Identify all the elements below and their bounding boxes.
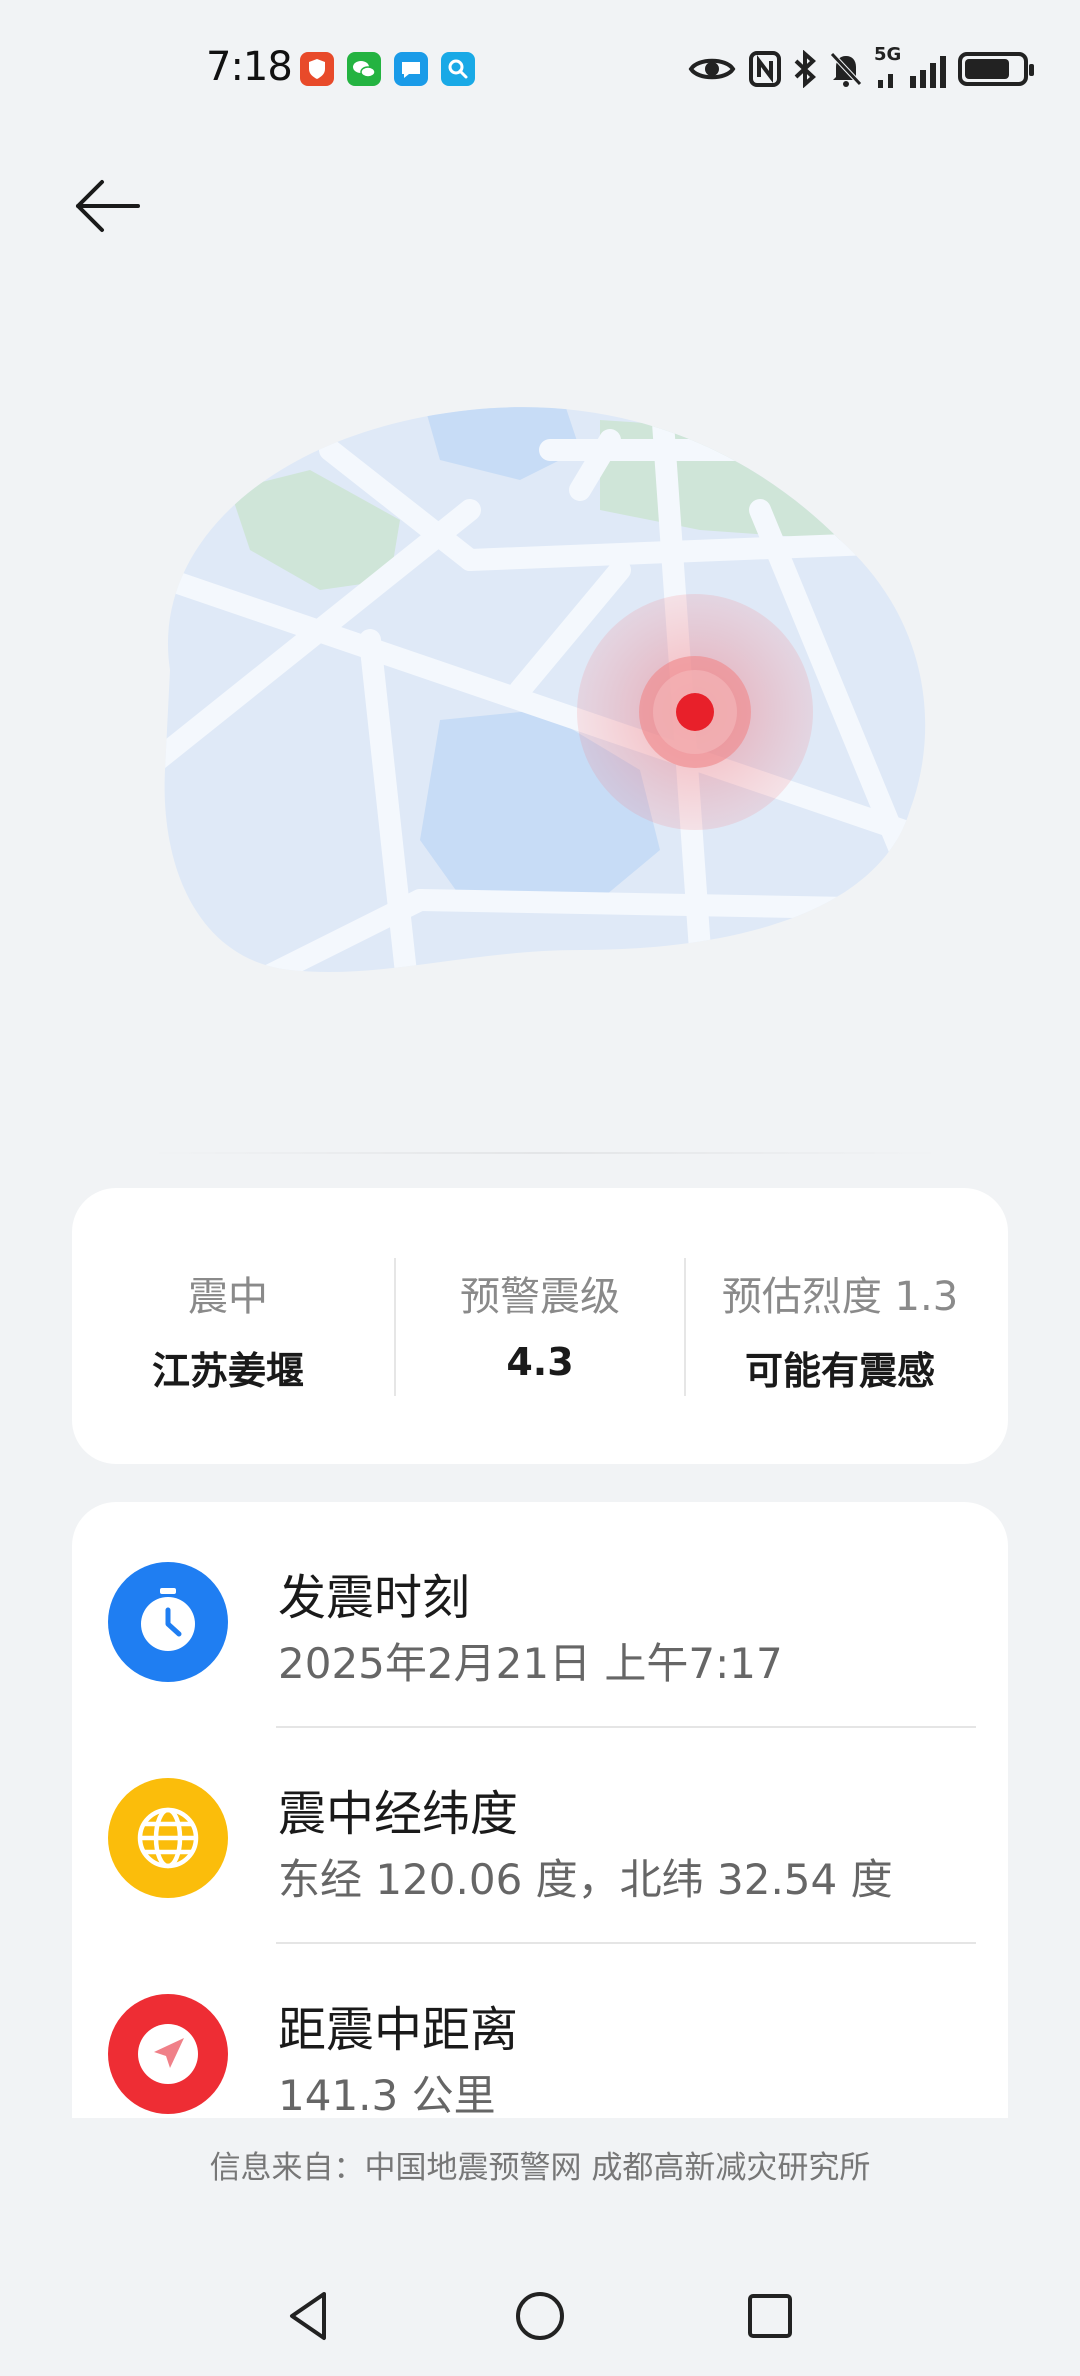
search-app-icon	[441, 52, 475, 86]
list-item: 震中经纬度 东经 120.06 度，北纬 32.54 度	[72, 1718, 1008, 1934]
summary-card: 震中 江苏姜堰 预警震级 4.3 预估烈度 1.3 可能有震感	[72, 1188, 1008, 1464]
intensity-summary: 预估烈度 1.3 可能有震感	[672, 1188, 1008, 1464]
clock-icon	[108, 1562, 228, 1682]
distance-value: 141.3 公里	[278, 2071, 496, 2118]
detail-card: 发震时刻 2025年2月21日 上午7:17 震中经纬度 东经 120.06 度…	[72, 1502, 1008, 2118]
status-bar: 7:18 5G	[0, 0, 1080, 140]
distance-title: 距震中距离	[278, 2002, 519, 2058]
system-status-icons: 5G	[688, 46, 1034, 92]
list-item: 发震时刻 2025年2月21日 上午7:17	[72, 1502, 1008, 1718]
magnitude-summary: 预警震级 4.3	[384, 1188, 696, 1464]
back-arrow-icon	[76, 180, 140, 232]
nav-recents-icon	[748, 2294, 792, 2338]
source-credit: 信息来自：中国地震预警网 成都高新减灾研究所	[209, 2150, 871, 2186]
bluetooth-icon	[794, 50, 816, 88]
list-item: 距震中距离 141.3 公里	[72, 1934, 1008, 2118]
mute-bell-icon	[830, 52, 862, 87]
shield-app-icon	[300, 52, 334, 86]
magnitude-label: 预警震级	[460, 1274, 620, 1320]
nav-home-icon	[516, 2292, 564, 2340]
nav-home-button[interactable]	[508, 2284, 572, 2348]
epicenter-summary: 震中 江苏姜堰	[72, 1188, 384, 1464]
back-button[interactable]	[72, 170, 144, 242]
epicenter-label: 震中	[188, 1274, 268, 1320]
earthquake-alert-page: 7:18 5G 震中 江苏姜堰 预警震级 4.3 预估烈度 1.3 可能有震感 …	[0, 0, 1080, 2376]
map-divider	[145, 1152, 945, 1154]
intensity-label: 预估烈度 1.3	[721, 1274, 959, 1320]
message-icon	[394, 52, 428, 86]
magnitude-value: 4.3	[506, 1340, 574, 1384]
coordinates-value: 东经 120.06 度，北纬 32.54 度	[278, 1855, 893, 1904]
globe-icon	[108, 1778, 228, 1898]
epicenter-marker-icon	[577, 594, 813, 830]
epicenter-value: 江苏姜堰	[151, 1349, 304, 1393]
eye-icon	[688, 58, 736, 80]
intensity-value: 可能有震感	[744, 1349, 935, 1393]
nfc-icon	[749, 51, 781, 87]
navigation-icon	[108, 1994, 228, 2114]
signal-icon	[878, 56, 946, 88]
coordinates-title: 震中经纬度	[278, 1786, 519, 1842]
system-nav-bar	[0, 2260, 1080, 2376]
wechat-icon	[347, 52, 381, 86]
quake-time-value: 2025年2月21日 上午7:17	[278, 1639, 783, 1688]
nav-recents-button[interactable]	[738, 2284, 802, 2348]
epicenter-map	[164, 407, 926, 973]
status-time: 7:18	[206, 44, 293, 90]
nav-back-icon	[290, 2292, 326, 2340]
battery-icon	[958, 52, 1034, 86]
nav-back-button[interactable]	[278, 2284, 342, 2348]
quake-time-title: 发震时刻	[278, 1570, 471, 1626]
